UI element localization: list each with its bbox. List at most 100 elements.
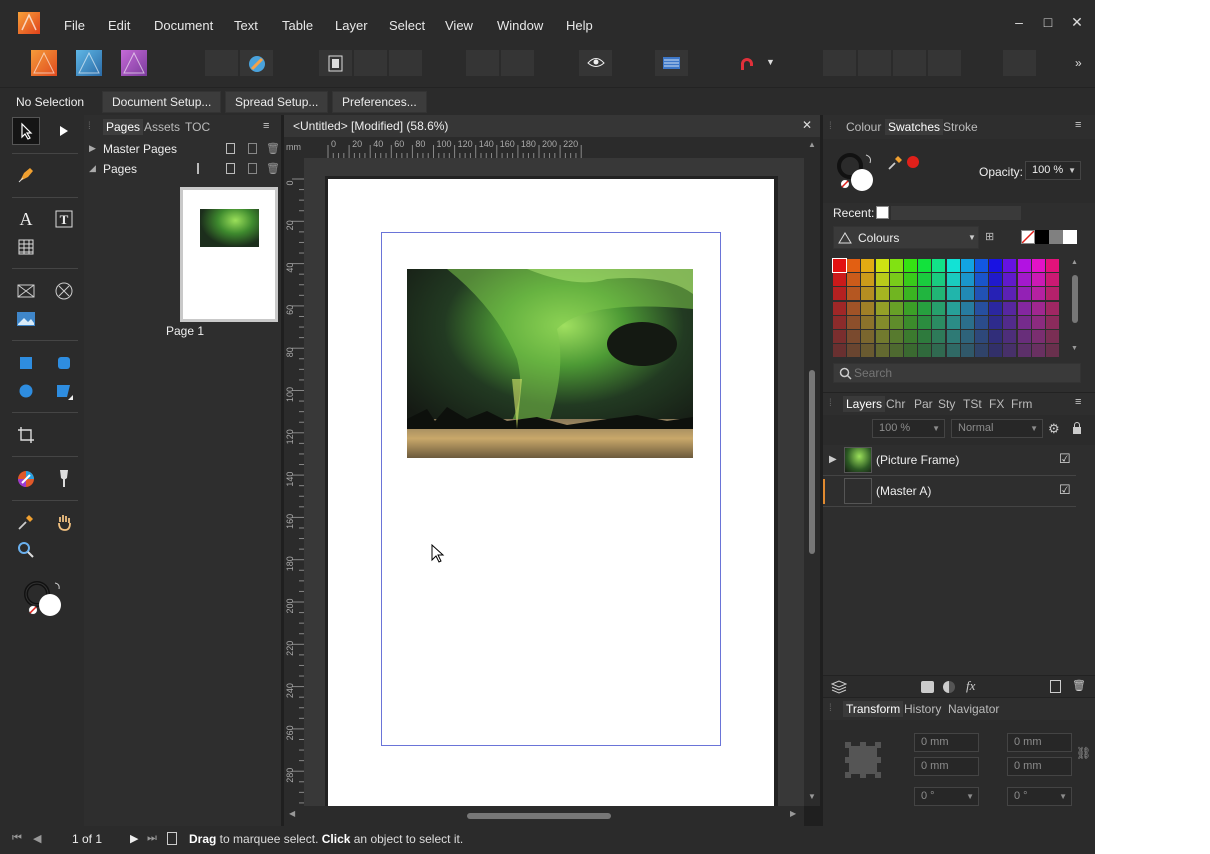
publisher-persona-icon[interactable]	[121, 50, 147, 76]
colour-swatch[interactable]	[1017, 287, 1031, 301]
pen-tool-icon[interactable]	[12, 161, 40, 189]
colour-swatch[interactable]	[946, 301, 960, 315]
colour-swatch[interactable]	[861, 315, 875, 329]
colour-swatch[interactable]	[946, 287, 960, 301]
colour-swatch[interactable]	[861, 301, 875, 315]
layer-row[interactable]: ▶ (Picture Frame) ☑	[823, 445, 1076, 476]
document-canvas[interactable]	[304, 158, 804, 806]
menu-file[interactable]: File	[64, 18, 85, 33]
opacity-field[interactable]: 100 % ▼	[1025, 161, 1081, 180]
colour-swatch[interactable]	[904, 273, 917, 287]
link-icon[interactable]: ⛓	[1076, 746, 1091, 760]
colour-swatch[interactable]	[960, 259, 974, 272]
swatch-scroll-thumb[interactable]	[1072, 275, 1078, 323]
colour-swatch[interactable]	[833, 330, 846, 343]
white-swatch[interactable]	[1063, 230, 1077, 244]
tab-colour[interactable]: Colour	[843, 119, 884, 135]
colour-swatch[interactable]	[1017, 344, 1031, 358]
add-page-icon[interactable]	[226, 163, 235, 174]
toolbar-button-3[interactable]	[353, 49, 388, 77]
scroll-right-icon[interactable]: ▶	[790, 809, 796, 818]
eyedropper-icon[interactable]	[12, 508, 40, 536]
colour-swatch[interactable]	[1031, 344, 1045, 358]
colour-swatch[interactable]	[889, 344, 903, 358]
tab-character[interactable]: Chr	[883, 396, 908, 412]
next-page-icon[interactable]: ▶	[130, 832, 138, 845]
menu-layer[interactable]: Layer	[335, 18, 368, 33]
fill-stroke-well[interactable]	[835, 151, 879, 193]
delete-master-icon[interactable]: 🗑	[266, 142, 280, 155]
colour-swatch[interactable]	[989, 273, 1003, 287]
pages-toggle-icon[interactable]	[167, 832, 177, 845]
colour-swatch[interactable]	[932, 315, 946, 329]
menu-select[interactable]: Select	[389, 18, 425, 33]
colour-swatch[interactable]	[904, 330, 917, 343]
colour-swatch[interactable]	[847, 287, 861, 301]
colour-swatch[interactable]	[847, 259, 861, 272]
colour-swatch[interactable]	[932, 330, 946, 343]
colour-swatch[interactable]	[918, 287, 932, 301]
colour-swatch[interactable]	[946, 273, 960, 287]
colour-swatch[interactable]	[989, 315, 1003, 329]
assistant-button[interactable]	[239, 49, 274, 77]
colour-swatch[interactable]	[1003, 330, 1017, 343]
duplicate-page-icon[interactable]	[248, 163, 257, 174]
colour-swatch[interactable]	[904, 315, 917, 329]
first-page-icon[interactable]: ⏮	[12, 832, 22, 845]
colour-swatch[interactable]	[1003, 315, 1017, 329]
gear-icon[interactable]: ⚙	[1048, 421, 1060, 437]
layer-opacity-field[interactable]: 100 % ▼	[872, 419, 945, 438]
toolbar-button-10[interactable]	[857, 49, 892, 77]
tab-layers[interactable]: Layers	[843, 396, 886, 412]
tab-stroke[interactable]: Stroke	[940, 119, 981, 135]
colour-swatch[interactable]	[904, 259, 917, 272]
document-tab[interactable]: <Untitled> [Modified] (58.6%) ✕	[284, 115, 820, 137]
colour-swatch[interactable]	[975, 315, 988, 329]
colour-swatch[interactable]	[833, 344, 846, 358]
previous-page-icon[interactable]: ◀	[33, 832, 41, 845]
view-mode-button[interactable]	[578, 49, 613, 77]
adjustment-icon[interactable]	[943, 681, 955, 693]
picture-frame-icon[interactable]	[12, 277, 40, 305]
tab-swatches[interactable]: Swatches	[885, 119, 944, 135]
swatch-search-input[interactable]	[854, 365, 1074, 381]
colour-swatch[interactable]	[1046, 301, 1059, 315]
layer-visibility-checkbox[interactable]: ☑	[1059, 482, 1071, 498]
colour-swatch[interactable]	[1046, 259, 1059, 272]
colour-swatch[interactable]	[960, 287, 974, 301]
colour-swatch[interactable]	[918, 259, 932, 272]
lock-icon[interactable]	[1072, 422, 1082, 438]
swatch-search[interactable]	[833, 363, 1081, 383]
maximize-button[interactable]: □	[1038, 12, 1058, 32]
colour-picker-icon[interactable]	[12, 465, 40, 493]
expand-arrow-icon[interactable]: ▶	[89, 143, 96, 154]
preferences-button[interactable]: Preferences...	[332, 91, 427, 113]
colour-swatch[interactable]	[833, 301, 846, 315]
colour-swatch[interactable]	[918, 315, 932, 329]
colour-swatch[interactable]	[833, 315, 846, 329]
close-document-icon[interactable]: ✕	[802, 118, 812, 132]
panel-menu-icon[interactable]: ≡	[1075, 119, 1081, 131]
colour-swatch[interactable]	[989, 287, 1003, 301]
swatch-scrollbar[interactable]: ▲ ▼	[1070, 259, 1080, 357]
text-tool-icon[interactable]: A	[12, 205, 40, 233]
recent-swatch[interactable]	[876, 206, 889, 219]
preflight-button[interactable]	[318, 49, 353, 77]
menu-view[interactable]: View	[445, 18, 473, 33]
colour-swatch[interactable]	[1017, 301, 1031, 315]
toolbar-button-1[interactable]	[204, 49, 239, 77]
colour-swatch[interactable]	[946, 315, 960, 329]
layers-stack-icon[interactable]	[830, 680, 848, 697]
horizontal-scroll-thumb[interactable]	[467, 813, 611, 819]
colour-swatch[interactable]	[904, 301, 917, 315]
colour-swatch[interactable]	[904, 287, 917, 301]
shape-icon[interactable]	[50, 377, 78, 405]
vertical-scrollbar[interactable]: ▲ ▼	[804, 137, 820, 806]
scroll-left-icon[interactable]: ◀	[289, 809, 295, 818]
colour-swatch[interactable]	[847, 273, 861, 287]
add-master-icon[interactable]	[226, 143, 235, 154]
colour-swatch[interactable]	[918, 301, 932, 315]
grey-swatch[interactable]	[1049, 230, 1063, 244]
zoom-icon[interactable]	[12, 536, 40, 564]
ellipse-icon[interactable]	[12, 377, 40, 405]
